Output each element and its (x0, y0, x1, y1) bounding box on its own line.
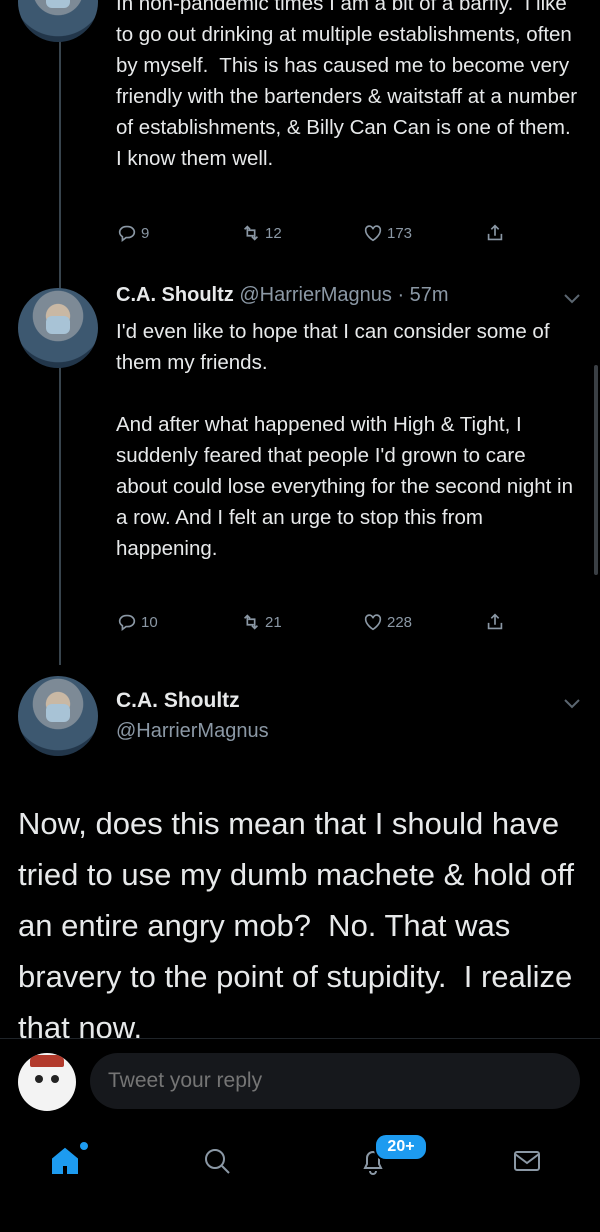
like-button[interactable]: 173 (362, 222, 412, 244)
retweet-count: 21 (265, 613, 282, 631)
avatar[interactable] (18, 676, 98, 756)
share-icon (487, 224, 503, 241)
share-button[interactable] (484, 611, 506, 633)
notifications-badge: 20+ (374, 1133, 428, 1161)
tab-home[interactable] (48, 1144, 92, 1188)
tweet-actions: 9 12 173 (116, 222, 516, 252)
new-content-indicator (80, 1142, 88, 1150)
like-count: 228 (387, 613, 413, 631)
heart-icon (364, 225, 382, 242)
home-icon (52, 1147, 78, 1174)
handle[interactable]: @HarrierMagnus (239, 284, 392, 306)
reply-button[interactable]: 10 (116, 611, 158, 633)
tweet-header: C.A. Shoultz @HarrierMagnus · 57m (116, 284, 449, 307)
main-tweet-text: Now, does this mean that I should have t… (18, 806, 583, 1045)
share-button[interactable] (484, 222, 506, 244)
retweet-button[interactable]: 12 (240, 222, 282, 244)
avatar[interactable] (18, 288, 98, 368)
handle[interactable]: @HarrierMagnus (116, 720, 269, 743)
tab-bar (0, 1124, 600, 1232)
tab-messages[interactable] (510, 1144, 554, 1188)
reply-icon (118, 225, 136, 242)
chevron-down-icon (564, 699, 580, 709)
retweet-button[interactable]: 21 (240, 611, 282, 633)
reply-count: 10 (141, 613, 158, 631)
reply-button[interactable]: 9 (116, 222, 149, 244)
timestamp: · 57m (397, 284, 449, 306)
more-options-button[interactable] (562, 697, 582, 709)
share-icon (487, 613, 503, 630)
tweet-text: In non-pandemic times I am a bit of a ba… (116, 0, 583, 170)
reply-icon (118, 614, 136, 631)
heart-icon (364, 614, 382, 631)
retweet-icon (243, 614, 259, 630)
retweet-count: 12 (265, 224, 282, 242)
retweet-icon (243, 225, 259, 241)
avatar[interactable] (18, 0, 98, 42)
more-options-button[interactable] (562, 292, 582, 304)
reply-count: 9 (141, 224, 150, 242)
reply-bar (0, 1038, 600, 1125)
display-name[interactable]: C.A. Shoultz (116, 284, 234, 306)
display-name[interactable]: C.A. Shoultz (116, 689, 240, 713)
like-count: 173 (387, 224, 413, 242)
search-icon (205, 1149, 230, 1174)
tab-search[interactable] (200, 1144, 244, 1188)
tweet-text: I'd even like to hope that I can conside… (116, 320, 573, 560)
mail-icon (514, 1151, 540, 1171)
chevron-down-icon (564, 294, 580, 304)
scrollbar[interactable] (594, 365, 598, 575)
tweet-actions: 10 21 228 (116, 611, 516, 641)
reply-input[interactable] (90, 1053, 580, 1109)
like-button[interactable]: 228 (362, 611, 412, 633)
user-avatar[interactable] (18, 1053, 76, 1111)
